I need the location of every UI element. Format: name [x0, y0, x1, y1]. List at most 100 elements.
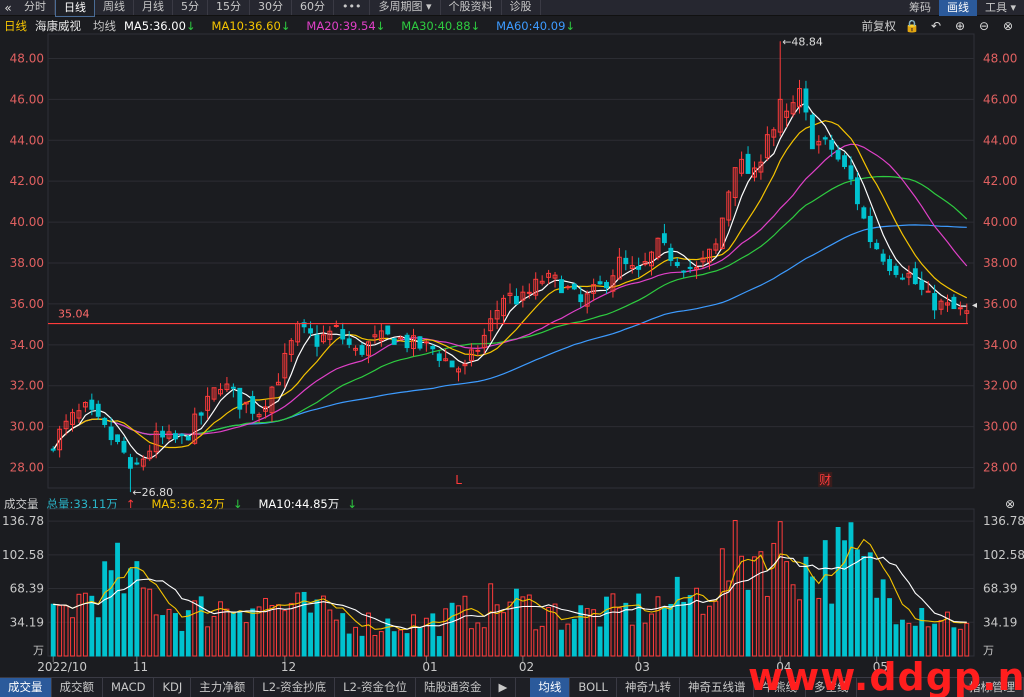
price-tick-label-left: 40.00 [10, 215, 44, 229]
volume-bar [153, 614, 159, 657]
volume-bar [218, 601, 223, 657]
volume-bar [784, 561, 790, 657]
candle-body [597, 281, 603, 285]
volume-unit-label-left: 万 [33, 644, 44, 657]
candle-body [391, 338, 397, 345]
volume-bar [571, 618, 577, 657]
volume-bar [919, 607, 925, 657]
tab-scroll-arrow[interactable]: ▶ [491, 678, 517, 697]
volume-bar [430, 613, 436, 657]
candle-body [900, 277, 905, 280]
volume-bar [449, 602, 455, 657]
volume-tick-label-right: 102.58 [983, 548, 1024, 562]
candle-body [919, 280, 925, 290]
volume-bar [661, 607, 667, 657]
volume-tick-label-left: 136.78 [2, 514, 44, 528]
candle-body [179, 433, 185, 437]
volume-bar [713, 600, 719, 657]
volume-bar [481, 627, 487, 657]
volume-bar [378, 631, 384, 657]
volume-bar [121, 593, 127, 657]
volume-bar [95, 617, 101, 657]
indicator-tab-7[interactable]: 陆股通资金 [416, 678, 491, 697]
overlay-tab-0[interactable]: 均线 [530, 678, 571, 697]
volume-bar [263, 597, 268, 657]
volume-bar [539, 625, 545, 657]
volume-bar [803, 556, 809, 657]
candle-body [578, 294, 584, 303]
candle-body [932, 293, 938, 311]
overlay-tab-1[interactable]: BOLL [570, 678, 617, 697]
indicator-tab-6[interactable]: L2-资金仓位 [335, 678, 417, 697]
volume-bar [404, 633, 410, 657]
volume-bar [668, 603, 674, 657]
candle-body [333, 325, 339, 328]
volume-bar [411, 614, 416, 657]
candle-body [925, 290, 931, 293]
price-tick-label-left: 30.00 [10, 420, 44, 434]
volume-bar [372, 634, 378, 657]
candle-body [867, 215, 873, 243]
volume-bar [629, 624, 635, 657]
indicator-tab-4[interactable]: 主力净额 [191, 678, 255, 697]
watermark-text: www.ddgp.net [748, 655, 1024, 697]
candle-body [745, 153, 751, 174]
stock-chart[interactable]: 28.00 28.00 30.00 30.00 32.00 32.00 34.00 34.00… [0, 0, 1024, 697]
volume-bar [134, 561, 140, 657]
volume-bar [610, 593, 616, 657]
volume-bar [320, 595, 326, 657]
volume-bar [333, 619, 339, 657]
candle-body [604, 281, 609, 289]
volume-bar [655, 596, 661, 657]
indicator-tab-5[interactable]: L2-资金抄底 [254, 678, 336, 697]
price-tick-label-right: 30.00 [983, 420, 1017, 434]
volume-bar [790, 584, 796, 657]
volume-bar [288, 602, 294, 657]
volume-bar [797, 599, 802, 657]
candle-body [404, 334, 410, 349]
volume-bar [848, 522, 854, 657]
volume-bar [340, 613, 346, 657]
price-tick-label-left: 34.00 [10, 338, 44, 352]
volume-bar [108, 570, 114, 657]
indicator-tab-3[interactable]: KDJ [154, 678, 192, 697]
volume-tick-label-right: 68.39 [983, 582, 1017, 596]
volume-bar [327, 609, 333, 657]
volume-bar [192, 600, 198, 657]
overlay-tab-2[interactable]: 神奇九转 [617, 678, 680, 697]
candle-body [887, 259, 893, 272]
price-tick-label-right: 40.00 [983, 215, 1017, 229]
volume-bar [57, 605, 63, 657]
volume-bar [256, 606, 262, 657]
volume-bar [681, 601, 687, 657]
volume-bar [719, 548, 725, 657]
volume-bar [758, 551, 764, 657]
candle-body [359, 345, 365, 355]
indicator-tab-1[interactable]: 成交额 [52, 678, 103, 697]
price-tick-label-left: 44.00 [10, 133, 44, 147]
volume-bar [887, 598, 893, 657]
volume-bar [391, 631, 397, 657]
candle-body [185, 436, 191, 441]
indicator-tab-0[interactable]: 成交量 [0, 678, 52, 697]
price-panel-frame [47, 33, 975, 489]
price-tick-label-left: 36.00 [10, 297, 44, 311]
date-label: 11 [133, 660, 148, 674]
indicator-tab-2[interactable]: MACD [103, 678, 155, 697]
volume-tick-label-left: 68.39 [10, 582, 44, 596]
date-label: 03 [635, 660, 650, 674]
volume-bar [224, 608, 230, 657]
candle-body [50, 448, 56, 451]
event-marker: 财 [819, 473, 831, 487]
candle-body [237, 387, 243, 410]
volume-bar [462, 595, 468, 657]
volume-bar [282, 610, 288, 657]
volume-bar [366, 612, 371, 657]
volume-bar [867, 552, 873, 657]
volume-bar [674, 576, 680, 657]
candle-body [436, 353, 442, 361]
overlay-tab-3[interactable]: 神奇五线谱 [680, 678, 755, 697]
date-label: 12 [281, 660, 296, 674]
volume-bar [166, 608, 172, 657]
volume-bar [835, 526, 841, 657]
